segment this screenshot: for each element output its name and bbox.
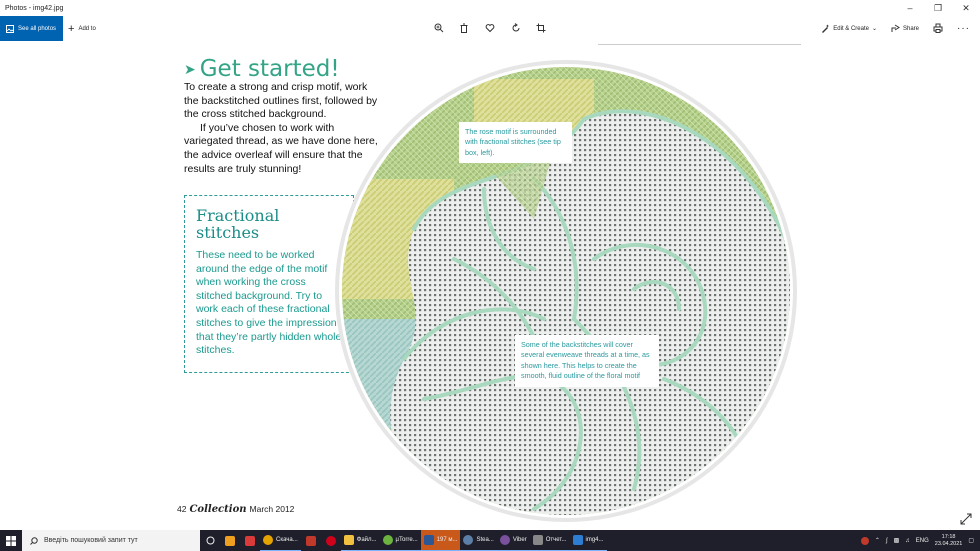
photos-app-window: Photos - img42.jpg – ❐ ✕ See all photos … bbox=[0, 0, 980, 551]
task-view-icon[interactable] bbox=[200, 530, 220, 551]
taskbar-app-report[interactable]: Отчет... bbox=[529, 530, 570, 551]
footer-date: March 2012 bbox=[249, 504, 295, 514]
rotate-icon[interactable] bbox=[509, 21, 523, 35]
system-tray: ⌃ ∫ ▩ ♫ ENG 17:18 23.04.2021 ▢ bbox=[860, 534, 980, 548]
folder-icon bbox=[343, 535, 354, 545]
see-all-photos-label: See all photos bbox=[18, 25, 57, 32]
zoom-icon[interactable] bbox=[432, 21, 446, 35]
footer-page-number: 42 bbox=[177, 504, 187, 514]
share-button[interactable]: Share bbox=[891, 24, 919, 33]
taskbar-app-chrome[interactable]: Скача... bbox=[260, 530, 301, 551]
clock-time: 17:18 bbox=[941, 533, 956, 540]
taskbar-app-word[interactable]: 197 м... bbox=[420, 530, 461, 551]
edit-create-label: Edit & Create bbox=[833, 25, 869, 32]
window-title: Photos - img42.jpg bbox=[5, 4, 64, 12]
get-started-title: Get started! bbox=[199, 56, 340, 82]
see-all-photos-button[interactable]: See all photos bbox=[0, 16, 63, 41]
print-icon[interactable] bbox=[933, 23, 943, 35]
taskbar-app-file-explorer[interactable]: Файл... bbox=[340, 530, 380, 551]
fractional-stitches-body: These need to be worked around the edge … bbox=[196, 249, 342, 357]
clock-date: 23.04.2021 bbox=[934, 540, 963, 547]
page-footer: 42 Collection March 2012 bbox=[177, 504, 294, 515]
delete-icon[interactable] bbox=[457, 21, 471, 35]
taskbar-app-utorrent[interactable]: µTorre... bbox=[379, 530, 421, 551]
bluetooth-icon[interactable]: ∫ bbox=[886, 538, 888, 544]
expand-icon[interactable] bbox=[960, 512, 972, 530]
volume-icon[interactable]: ♫ bbox=[905, 538, 910, 544]
maximize-button[interactable]: ❐ bbox=[924, 0, 952, 16]
photo-viewer: ➤ Get started! To create a strong and cri… bbox=[0, 41, 980, 530]
right-toolbar: Edit & Create ⌄ Share ··· bbox=[821, 16, 970, 41]
fractional-title-line-1: Fractional bbox=[196, 206, 280, 225]
start-button[interactable] bbox=[0, 530, 22, 551]
fractional-stitches-tip-box: Fractional stitches These need to be wor… bbox=[184, 195, 354, 373]
chevron-down-icon: ⌄ bbox=[871, 26, 877, 32]
taskbar-app-photos[interactable]: img4... bbox=[569, 530, 607, 551]
utorrent-icon bbox=[382, 535, 393, 545]
arrow-icon: ➤ bbox=[184, 61, 196, 78]
heart-icon[interactable] bbox=[483, 21, 497, 35]
plus-icon: + bbox=[68, 22, 75, 35]
close-button[interactable]: ✕ bbox=[952, 0, 980, 16]
photos-app-icon bbox=[572, 535, 583, 545]
search-placeholder: Введіть пошуковий запит тут bbox=[44, 537, 138, 544]
add-to-label: Add to bbox=[78, 25, 96, 32]
network-icon[interactable]: ▩ bbox=[894, 537, 900, 544]
callout-backstitches: Some of the backstitches will cover seve… bbox=[515, 335, 659, 387]
footer-magazine-name: Collection bbox=[189, 504, 247, 515]
tray-chevron-icon[interactable]: ⌃ bbox=[875, 537, 880, 544]
windows-logo-icon bbox=[6, 535, 16, 546]
minimize-button[interactable]: – bbox=[896, 0, 924, 16]
taskbar-app-steam[interactable]: Stea... bbox=[460, 530, 497, 551]
windows-taskbar: Введіть пошуковий запит тут Скача... Фай… bbox=[0, 530, 980, 551]
fractional-title-line-2: stitches bbox=[196, 223, 260, 242]
search-icon bbox=[30, 536, 38, 545]
edit-create-icon bbox=[822, 24, 830, 33]
calendar-app-icon[interactable] bbox=[240, 530, 260, 551]
store-icon[interactable] bbox=[220, 530, 240, 551]
notifications-icon[interactable]: ▢ bbox=[968, 537, 974, 544]
taskbar-app-red[interactable] bbox=[301, 530, 321, 551]
more-options-icon[interactable]: ··· bbox=[957, 23, 970, 34]
photos-icon bbox=[6, 24, 14, 33]
add-to-button[interactable]: + Add to bbox=[68, 16, 96, 41]
word-icon bbox=[423, 535, 434, 545]
top-caption-edge bbox=[598, 41, 801, 45]
window-icon bbox=[532, 535, 543, 545]
photo-toolbar: See all photos + Add to Edit & Create ⌄ bbox=[0, 16, 980, 41]
edit-create-menu[interactable]: Edit & Create ⌄ bbox=[821, 24, 877, 33]
chrome-icon bbox=[263, 535, 273, 545]
crop-icon[interactable] bbox=[534, 21, 548, 35]
tray-app-icon[interactable] bbox=[860, 536, 869, 545]
language-indicator[interactable]: ENG bbox=[916, 538, 929, 544]
fractional-stitches-title: Fractional stitches bbox=[196, 207, 279, 241]
share-icon bbox=[891, 24, 900, 32]
viber-icon bbox=[499, 535, 510, 545]
taskbar-clock[interactable]: 17:18 23.04.2021 bbox=[935, 534, 963, 548]
taskbar-app-viber[interactable]: Viber bbox=[496, 530, 530, 551]
callout-rose-motif: The rose motif is surrounded with fracti… bbox=[459, 122, 572, 164]
share-label: Share bbox=[902, 25, 919, 32]
get-started-heading: ➤ Get started! bbox=[184, 56, 340, 82]
taskbar-search-box[interactable]: Введіть пошуковий запит тут bbox=[22, 530, 200, 551]
title-bar: Photos - img42.jpg – ❐ ✕ bbox=[0, 0, 980, 16]
steam-icon bbox=[463, 535, 474, 545]
taskbar-app-opera[interactable] bbox=[321, 530, 341, 551]
